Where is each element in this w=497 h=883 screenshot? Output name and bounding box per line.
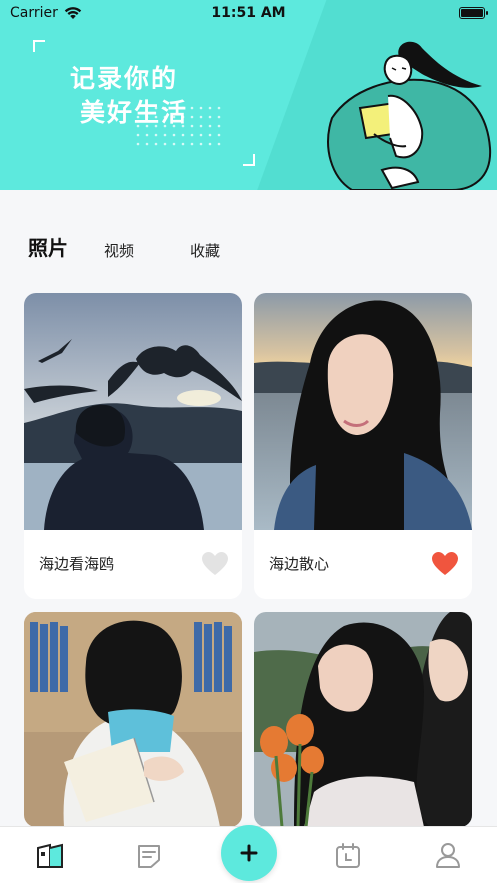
status-bar: Carrier 11:51 AM (0, 0, 497, 26)
calendar-icon[interactable] (334, 842, 362, 870)
category-tabs: 照片 视频 收藏 (28, 232, 276, 261)
photo-flowers-friends (254, 612, 472, 827)
corner-bracket-bottom-right (243, 154, 255, 166)
photo-card[interactable] (24, 612, 242, 827)
battery-icon (459, 7, 488, 19)
corner-bracket-top-left (33, 40, 45, 52)
slogan-line-1: 记录你的 (70, 64, 179, 93)
header-banner: Carrier 11:51 AM 记录你的 美好生活 (0, 0, 497, 190)
girl-illustration (327, 41, 492, 190)
note-icon[interactable] (136, 843, 162, 869)
photo-card[interactable]: 海边散心 (254, 293, 472, 599)
tab-favorites[interactable]: 收藏 (190, 240, 220, 261)
tab-photos[interactable]: 照片 (28, 232, 68, 261)
add-button[interactable] (221, 825, 277, 881)
heart-icon[interactable] (202, 552, 228, 576)
dot-pattern (136, 106, 221, 146)
card-caption: 海边散心 (269, 555, 330, 573)
bottom-tab-bar (0, 825, 497, 883)
card-caption: 海边看海鸥 (39, 555, 115, 573)
plus-icon (240, 844, 258, 862)
photo-card[interactable] (254, 612, 472, 827)
tab-videos[interactable]: 视频 (104, 240, 134, 261)
status-time: 11:51 AM (211, 5, 286, 21)
home-icon[interactable] (36, 843, 64, 869)
heart-icon[interactable] (432, 552, 458, 576)
content-area: 照片 视频 收藏 海边看海鸥 海边散心 (0, 190, 497, 827)
photo-card[interactable]: 海边看海鸥 (24, 293, 242, 599)
photo-seaside-portrait (254, 293, 472, 530)
profile-icon[interactable] (434, 841, 462, 869)
photo-reading (24, 612, 242, 827)
photo-seagulls (24, 293, 242, 530)
